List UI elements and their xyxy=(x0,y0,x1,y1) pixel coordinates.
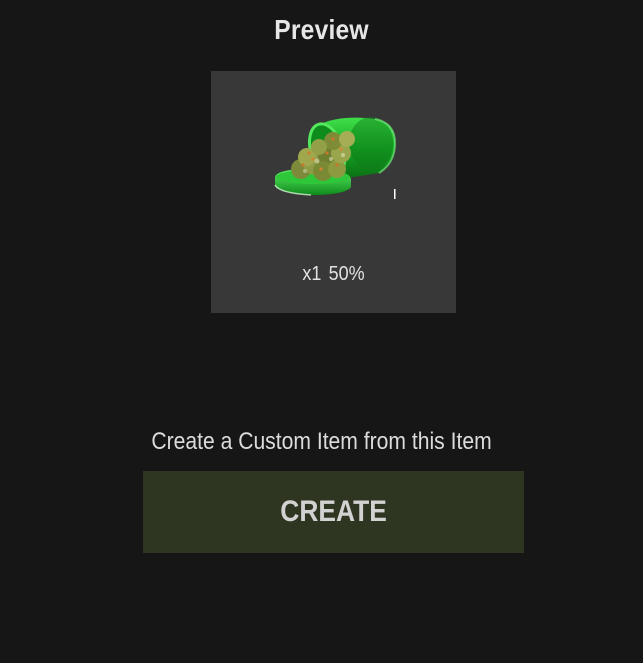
item-preview-card: x1 50% xyxy=(211,71,456,313)
create-button[interactable]: CREATE xyxy=(143,471,524,553)
item-amount-condition: x1 50% xyxy=(223,263,444,286)
custom-item-panel: Preview x1 50% Create a Custom Item from… xyxy=(0,0,643,663)
item-amount: x1 xyxy=(302,263,322,285)
weed-jar-icon xyxy=(274,117,397,199)
item-condition: 50% xyxy=(328,263,365,285)
custom-item-caption: Create a Custom Item from this Item xyxy=(151,428,492,455)
create-button-label: CREATE xyxy=(280,495,387,528)
preview-title: Preview xyxy=(274,14,369,45)
